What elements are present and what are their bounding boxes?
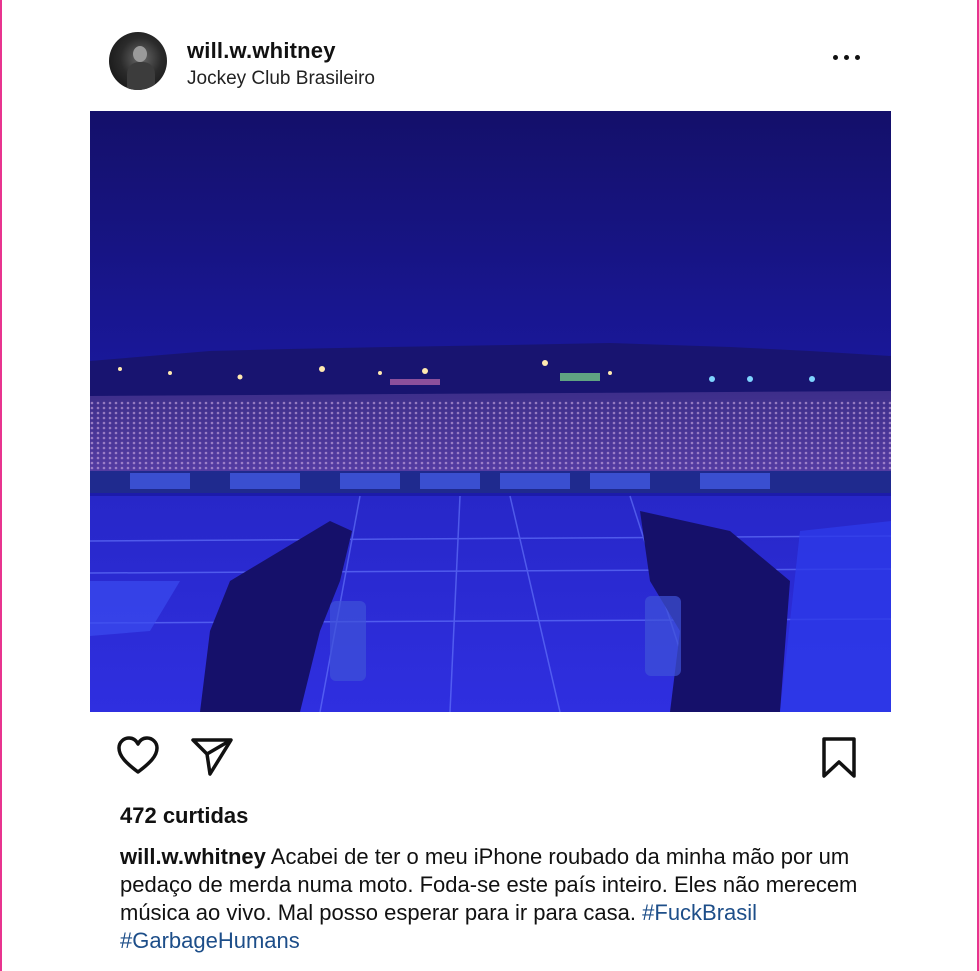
- bookmark-icon: [822, 737, 856, 778]
- post-caption: will.w.whitney Acabei de ter o meu iPhon…: [120, 843, 880, 955]
- ellipsis-icon-dot: [855, 55, 860, 60]
- concert-photo-illustration: [90, 111, 891, 712]
- more-options-button[interactable]: [831, 46, 867, 68]
- hashtag-link[interactable]: #FuckBrasil: [642, 900, 757, 925]
- like-button[interactable]: [116, 736, 160, 781]
- post-header: will.w.whitney Jockey Club Brasileiro: [109, 32, 869, 92]
- post-photo[interactable]: [90, 111, 891, 712]
- likes-count[interactable]: 472 curtidas: [120, 803, 248, 829]
- post-location[interactable]: Jockey Club Brasileiro: [187, 68, 375, 90]
- avatar-figure-body: [127, 62, 155, 90]
- avatar-figure-head: [133, 46, 147, 62]
- ellipsis-icon-dot: [844, 55, 849, 60]
- action-bar: [90, 730, 891, 786]
- post-username[interactable]: will.w.whitney: [187, 38, 336, 64]
- paper-plane-icon: [191, 738, 233, 776]
- ellipsis-icon: [833, 55, 838, 60]
- save-button[interactable]: [821, 736, 857, 785]
- caption-username[interactable]: will.w.whitney: [120, 844, 266, 869]
- heart-icon: [117, 736, 159, 774]
- share-button[interactable]: [190, 736, 234, 781]
- hashtag-link[interactable]: #GarbageHumans: [120, 928, 300, 953]
- avatar[interactable]: [109, 32, 167, 90]
- left-border: [0, 0, 2, 971]
